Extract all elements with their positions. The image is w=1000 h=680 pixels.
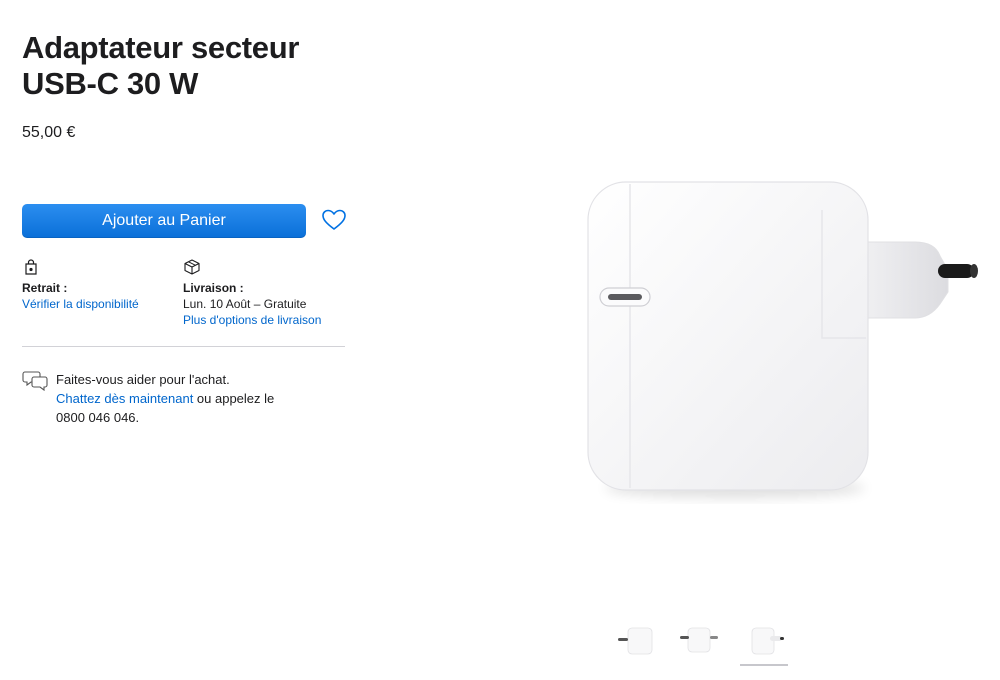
purchase-help: Faites-vous aider pour l'achat. Chattez … <box>56 370 326 427</box>
gallery-thumbnail-1[interactable] <box>614 624 662 658</box>
more-delivery-options-link[interactable]: Plus d'options de livraison <box>183 312 321 328</box>
gallery-thumbnail-3[interactable] <box>740 624 788 658</box>
box-icon <box>184 259 200 275</box>
chat-now-link[interactable]: Chattez dès maintenant <box>56 391 193 406</box>
product-title-line-2: USB-C 30 W <box>22 66 199 101</box>
chat-bubbles-icon <box>22 371 48 392</box>
store-bag-icon <box>25 259 37 275</box>
delivery-label: Livraison : <box>183 281 244 295</box>
delivery-date: Lun. 10 Août – Gratuite <box>183 297 307 311</box>
product-title-line-1: Adaptateur secteur <box>22 30 300 65</box>
gallery-thumbnail-2[interactable] <box>676 624 724 658</box>
delivery-section: Livraison : Lun. 10 Août – Gratuite Plus… <box>183 258 321 328</box>
selected-thumbnail-indicator <box>740 664 788 666</box>
check-availability-link[interactable]: Vérifier la disponibilité <box>22 296 139 312</box>
help-after-link: ou appelez le <box>193 391 275 406</box>
help-phone: 0800 046 046. <box>56 410 140 425</box>
pickup-section: Retrait : Vérifier la disponibilité <box>22 258 139 312</box>
product-title: Adaptateur secteur USB-C 30 W <box>22 30 299 102</box>
product-price: 55,00 € <box>22 124 76 141</box>
add-to-bag-button[interactable]: Ajouter au Panier <box>22 204 306 238</box>
section-divider <box>22 346 345 347</box>
help-line-2: Chattez dès maintenant ou appelez le <box>56 389 326 408</box>
heart-icon[interactable] <box>320 206 348 234</box>
usb-c-power-adapter-image <box>587 181 978 498</box>
help-text: Faites-vous aider pour l'achat. <box>56 372 230 387</box>
pickup-label: Retrait : <box>22 281 68 295</box>
